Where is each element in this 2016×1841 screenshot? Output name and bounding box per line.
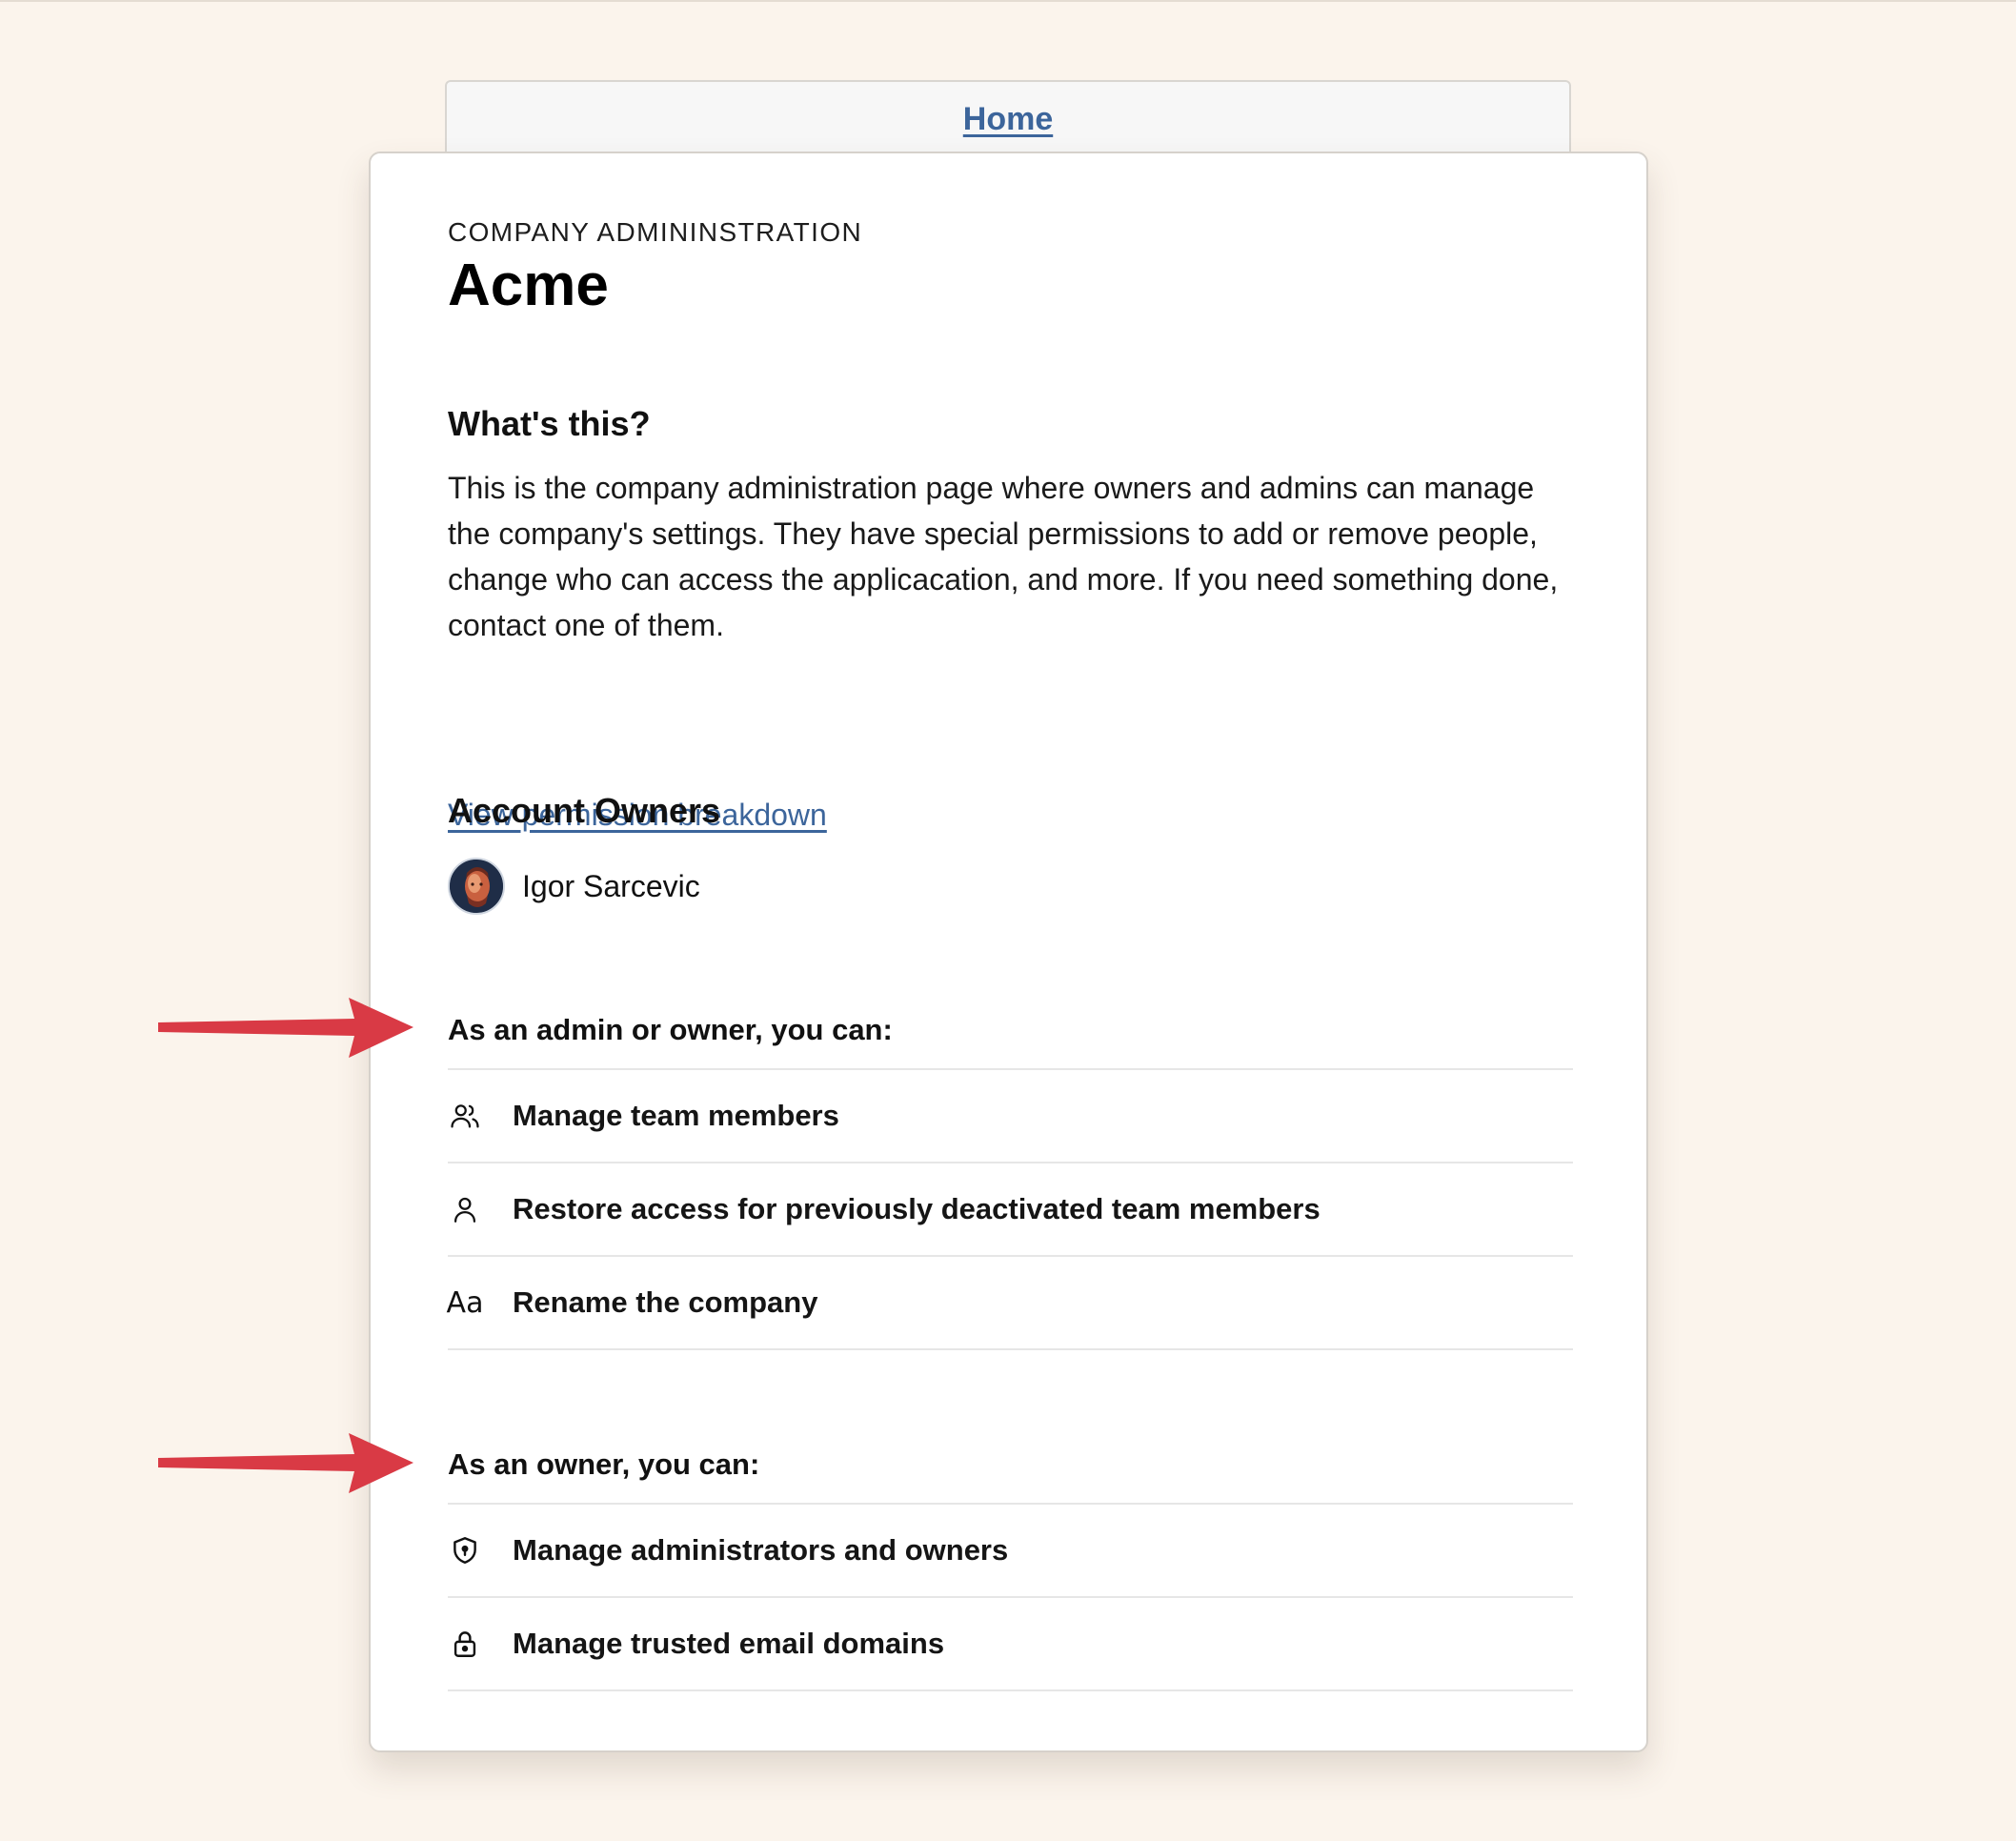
page-eyebrow: COMPANY ADMININSTRATION — [448, 217, 863, 247]
permission-label: Rename the company — [513, 1285, 818, 1319]
permission-rename-company[interactable]: Aa Rename the company — [446, 1257, 1573, 1350]
home-link[interactable]: Home — [963, 101, 1053, 138]
about-heading: What's this? — [448, 404, 651, 443]
lock-icon — [448, 1627, 482, 1661]
admin-permissions-list: Manage team members Restore access for p… — [446, 1068, 1573, 1350]
user-icon — [448, 1192, 482, 1226]
permission-label: Restore access for previously deactivate… — [513, 1192, 1320, 1225]
owner-list-item[interactable]: Igor Sarcevic — [448, 857, 700, 916]
users-icon — [448, 1099, 482, 1133]
permission-label: Manage team members — [513, 1099, 839, 1132]
admin-permissions-heading: As an admin or owner, you can: — [448, 1013, 893, 1046]
annotation-arrow-icon — [158, 998, 413, 1058]
shield-icon — [448, 1533, 482, 1568]
company-name: Acme — [448, 253, 609, 318]
owner-permissions-list: Manage administrators and owners Manage … — [448, 1503, 1573, 1691]
permission-restore-access[interactable]: Restore access for previously deactivate… — [448, 1163, 1573, 1257]
owner-permissions-heading: As an owner, you can: — [448, 1447, 760, 1481]
avatar — [448, 858, 505, 915]
permission-manage-team-members[interactable]: Manage team members — [448, 1070, 1573, 1163]
permission-label: Manage administrators and owners — [513, 1533, 1009, 1567]
account-owners-heading: Account Owners — [448, 791, 721, 830]
annotation-arrow-icon — [158, 1433, 413, 1493]
permission-manage-admins-owners[interactable]: Manage administrators and owners — [448, 1505, 1573, 1598]
text-aa-icon: Aa — [446, 1285, 484, 1320]
permission-label: Manage trusted email domains — [513, 1627, 945, 1660]
owner-name: Igor Sarcevic — [522, 868, 700, 903]
company-admin-card: COMPANY ADMININSTRATION Acme What's this… — [369, 152, 1648, 1752]
permission-manage-email-domains[interactable]: Manage trusted email domains — [448, 1598, 1573, 1691]
about-description: This is the company administration page … — [448, 471, 1559, 642]
